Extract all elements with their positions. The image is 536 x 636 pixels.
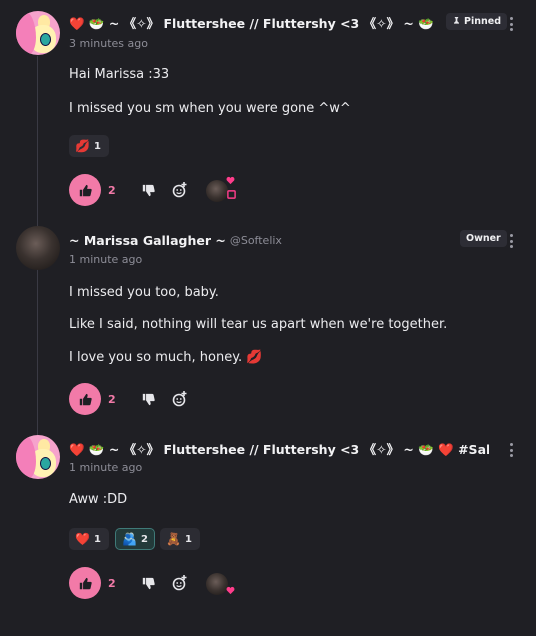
author-avatar[interactable] <box>16 11 60 55</box>
hug-emoji: 🫂 <box>122 532 137 546</box>
reaction-lips[interactable]: 💋 1 <box>69 135 109 157</box>
like-count: 2 <box>108 183 116 197</box>
author-name[interactable]: ❤️ 🥗 ~ 《✧》 Fluttershee // Fluttershy <3 … <box>69 13 439 32</box>
reaction-count: 1 <box>93 533 101 545</box>
comment-actions: 2 <box>69 383 192 415</box>
more-icon[interactable] <box>506 234 516 248</box>
dislike-button[interactable] <box>136 178 160 202</box>
author-handle[interactable]: @Softelix <box>230 234 282 247</box>
teddy-emoji: 🧸 <box>166 532 181 546</box>
more-icon[interactable] <box>506 17 516 31</box>
comment-line: Hai Marissa :33 <box>69 67 170 82</box>
timestamp: 1 minute ago <box>69 461 143 474</box>
reaction-hug[interactable]: 🫂 2 <box>115 528 155 550</box>
like-button[interactable] <box>69 174 101 206</box>
pinned-label: Pinned <box>464 16 501 27</box>
reaction-count: 1 <box>184 533 192 545</box>
like-button[interactable] <box>69 567 101 599</box>
heart-emoji: ❤️ <box>75 532 90 546</box>
reactor-avatar[interactable] <box>204 176 236 204</box>
reactor-avatar[interactable] <box>204 569 235 597</box>
dislike-button[interactable] <box>136 387 160 411</box>
add-reaction-icon <box>172 182 187 198</box>
comment-line: I love you so much, honey. 💋 <box>69 350 263 365</box>
author-avatar[interactable] <box>16 435 60 479</box>
comment-actions: 2 <box>69 174 236 206</box>
comment-line: I missed you too, baby. <box>69 285 219 300</box>
add-reaction-icon <box>172 391 187 407</box>
author-row: ❤️ 🥗 ~ 《✧》 Fluttershee // Fluttershy <3 … <box>69 438 489 458</box>
reaction-teddy[interactable]: 🧸 1 <box>160 528 200 550</box>
add-reaction-button[interactable] <box>168 178 192 202</box>
comment-line: I missed you sm when you were gone ^w^ <box>69 101 351 116</box>
comment-actions: 2 <box>69 567 235 599</box>
pinned-badge: Pinned <box>446 13 507 30</box>
author-name[interactable]: ❤️ 🥗 ~ 《✧》 Fluttershee // Fluttershy <3 … <box>69 439 489 458</box>
pin-icon <box>454 16 459 27</box>
dislike-button[interactable] <box>136 571 160 595</box>
heart-icon <box>226 176 235 185</box>
reaction-count: 2 <box>140 533 148 545</box>
thumbs-down-icon <box>142 577 155 589</box>
add-reaction-icon <box>172 575 187 591</box>
thumbs-down-icon <box>142 184 155 196</box>
thumbs-up-icon <box>79 184 92 196</box>
owner-label: Owner <box>466 233 501 244</box>
owner-badge: Owner <box>460 230 507 247</box>
like-count: 2 <box>108 576 116 590</box>
author-name[interactable]: ~ Marissa Gallagher ~ <box>69 233 226 248</box>
author-row: ❤️ 🥗 ~ 《✧》 Fluttershee // Fluttershy <3 … <box>69 12 439 32</box>
square-reaction-icon <box>227 190 236 199</box>
author-row: ~ Marissa Gallagher ~ @Softelix <box>69 230 282 250</box>
like-button[interactable] <box>69 383 101 415</box>
add-reaction-button[interactable] <box>168 571 192 595</box>
more-icon[interactable] <box>506 443 516 457</box>
comment-line: Aww :DD <box>69 492 128 507</box>
add-reaction-button[interactable] <box>168 387 192 411</box>
reaction-heart[interactable]: ❤️ 1 <box>69 528 109 550</box>
comment-line: Like I said, nothing will tear us apart … <box>69 317 448 332</box>
lips-emoji: 💋 <box>75 139 90 153</box>
heart-icon <box>226 586 235 595</box>
thumbs-up-icon <box>79 393 92 405</box>
timestamp: 1 minute ago <box>69 253 143 266</box>
timestamp: 3 minutes ago <box>69 37 148 50</box>
author-avatar[interactable] <box>16 226 60 270</box>
like-count: 2 <box>108 392 116 406</box>
thumbs-up-icon <box>79 577 92 589</box>
reaction-count: 1 <box>93 140 101 152</box>
thumbs-down-icon <box>142 393 155 405</box>
